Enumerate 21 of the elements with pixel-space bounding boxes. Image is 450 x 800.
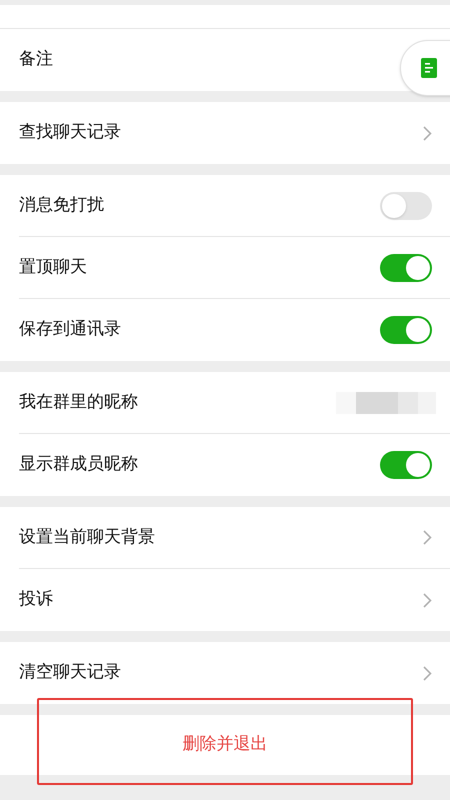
row-label: 清空聊天记录 bbox=[19, 661, 121, 684]
chevron-icon bbox=[423, 530, 432, 545]
toggle-switch[interactable] bbox=[380, 254, 432, 282]
row-label: 置顶聊天 bbox=[19, 256, 87, 279]
row-label: 设置当前聊天背景 bbox=[19, 526, 155, 549]
document-icon bbox=[421, 58, 437, 78]
toggle-switch[interactable] bbox=[380, 451, 432, 479]
row-label: 显示群成员昵称 bbox=[19, 453, 138, 476]
row-label: 投诉 bbox=[19, 588, 53, 612]
row-label: 消息免打扰 bbox=[19, 194, 104, 217]
row-label: 我在群里的昵称 bbox=[19, 390, 138, 414]
delete-and-exit-button[interactable]: 删除并退出 bbox=[174, 732, 276, 758]
chevron-icon bbox=[423, 666, 432, 680]
row-label: 备注 bbox=[19, 48, 53, 72]
row-label: 保存到通讯录 bbox=[19, 318, 121, 342]
toggle-switch[interactable] bbox=[380, 192, 432, 220]
floating-note-button[interactable] bbox=[400, 40, 450, 96]
chevron-icon bbox=[423, 126, 432, 140]
chevron-icon bbox=[423, 592, 432, 608]
toggle-switch[interactable] bbox=[380, 316, 432, 344]
row-label: 查找聊天记录 bbox=[19, 121, 121, 144]
